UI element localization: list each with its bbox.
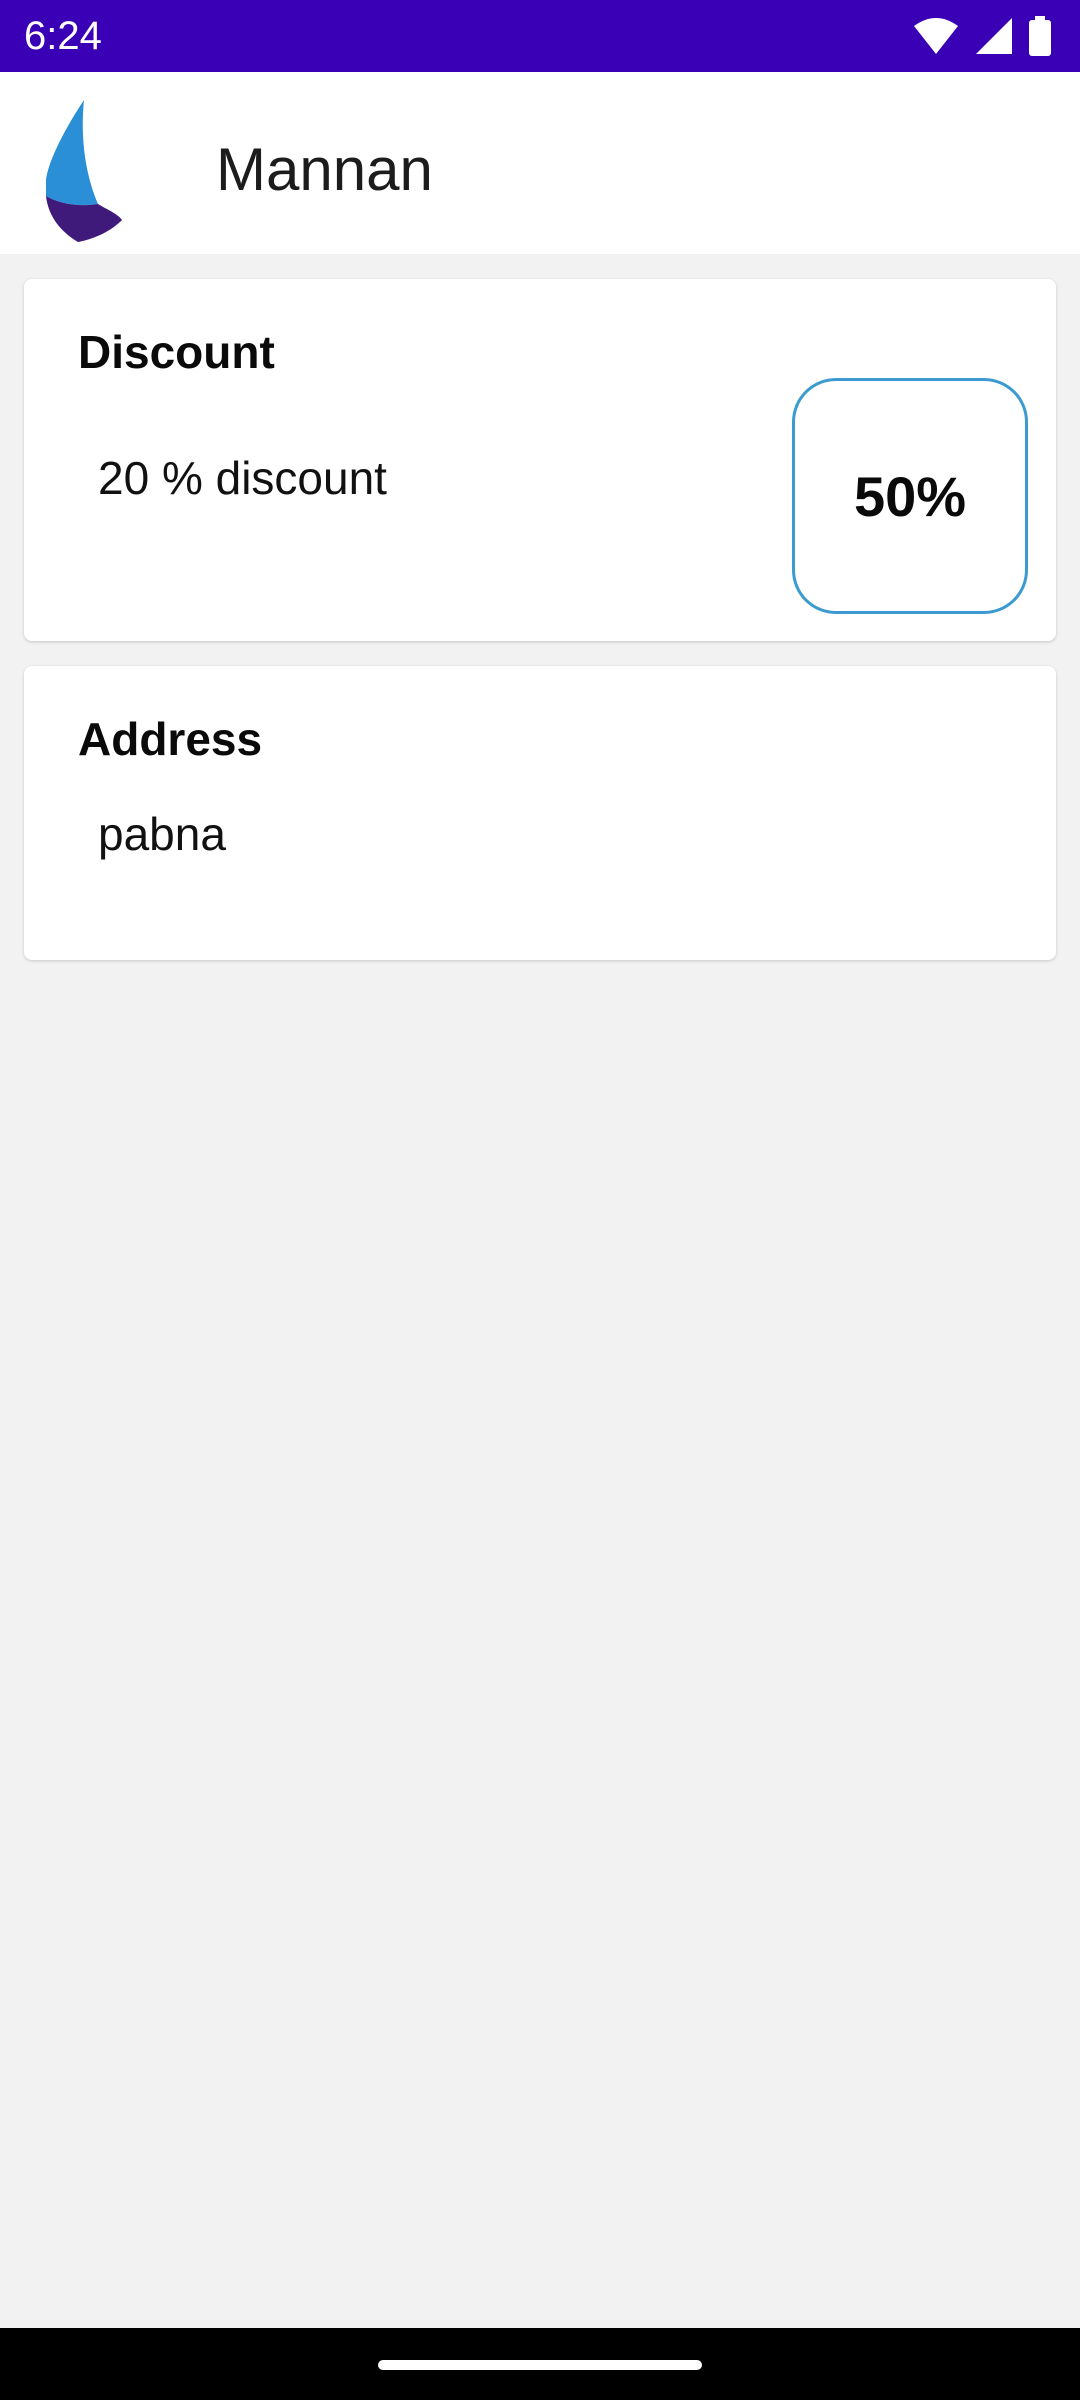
address-card: Address pabna bbox=[24, 666, 1056, 960]
home-gesture-handle[interactable] bbox=[378, 2360, 702, 2370]
discount-description: 20 % discount bbox=[98, 452, 387, 504]
wifi-icon bbox=[912, 16, 960, 56]
battery-icon bbox=[1028, 16, 1052, 56]
signal-icon bbox=[974, 16, 1014, 56]
discount-heading: Discount bbox=[78, 326, 275, 378]
app-title: Mannan bbox=[216, 136, 433, 203]
discount-card: Discount 20 % discount 50% bbox=[24, 279, 1056, 641]
status-icons bbox=[912, 16, 1052, 56]
address-value: pabna bbox=[98, 808, 226, 860]
app-bar: Mannan bbox=[0, 72, 1080, 254]
status-time: 6:24 bbox=[24, 14, 102, 58]
sailboat-logo-icon bbox=[42, 100, 126, 242]
status-bar: 6:24 bbox=[0, 0, 1080, 72]
discount-percent-badge: 50% bbox=[792, 378, 1028, 614]
address-heading: Address bbox=[78, 713, 263, 765]
navigation-bar bbox=[0, 2328, 1080, 2400]
